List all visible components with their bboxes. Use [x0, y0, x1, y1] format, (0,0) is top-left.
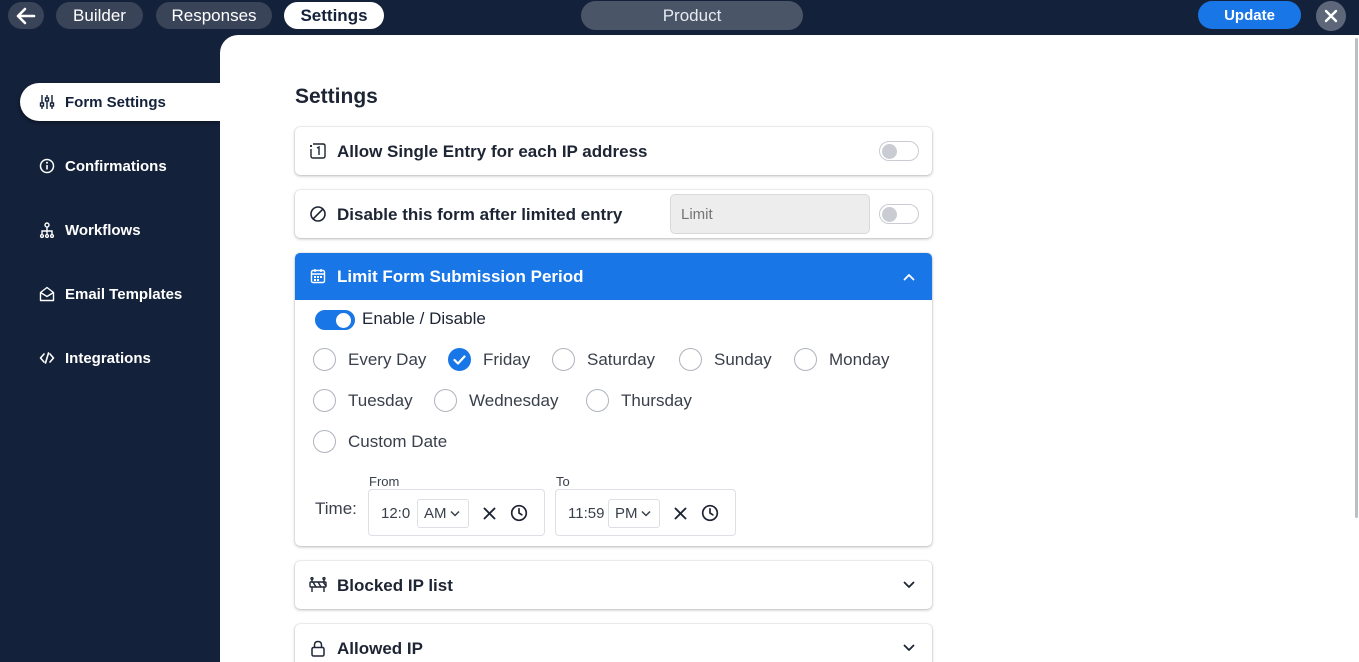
scrollbar[interactable]	[1355, 38, 1358, 518]
allowed-ip-label: Allowed IP	[337, 639, 423, 658]
day-option-monday[interactable]: Monday	[794, 348, 889, 371]
sidebar-item-integrations[interactable]: Integrations	[20, 339, 220, 377]
top-bar: Builder Responses Settings Product Updat…	[0, 0, 1359, 35]
barrier-icon	[309, 576, 327, 594]
to-time-value[interactable]: 11:59	[568, 505, 604, 522]
from-clear-icon[interactable]	[480, 504, 498, 522]
day-option-tuesday[interactable]: Tuesday	[313, 389, 413, 412]
envelope-open-icon	[38, 285, 56, 303]
sidebar-item-email-templates[interactable]: Email Templates	[20, 275, 220, 313]
to-meridiem-select[interactable]: PM	[608, 499, 660, 528]
sidebar-item-label: Workflows	[65, 221, 141, 239]
enable-disable-label: Enable / Disable	[362, 309, 486, 328]
from-meridiem-select[interactable]: AM	[417, 499, 469, 528]
from-label: From	[369, 474, 400, 489]
code-icon	[38, 349, 56, 367]
info-icon	[38, 157, 56, 175]
sidebar: Form Settings Confirmations Workflows Em…	[0, 35, 220, 662]
lock-icon	[309, 639, 327, 657]
settings-panel: Settings Allow Single Entry for each IP …	[220, 35, 1359, 662]
blocked-ip-label: Blocked IP list	[337, 576, 453, 595]
from-time-value[interactable]: 12:0	[381, 505, 410, 522]
submission-period-header[interactable]: Limit Form Submission Period	[295, 253, 932, 300]
day-option-custom-date[interactable]: Custom Date	[313, 430, 447, 453]
day-option-sunday[interactable]: Sunday	[679, 348, 772, 371]
chevron-down-icon[interactable]	[902, 578, 916, 592]
sidebar-item-workflows[interactable]: Workflows	[20, 211, 220, 249]
day-option-friday[interactable]: Friday	[448, 348, 530, 371]
chevron-up-icon[interactable]	[902, 270, 916, 284]
to-clock-icon[interactable]	[701, 504, 719, 522]
sidebar-item-label: Form Settings	[65, 93, 166, 111]
from-clock-icon[interactable]	[510, 504, 528, 522]
sidebar-item-confirmations[interactable]: Confirmations	[20, 147, 220, 185]
limited-entry-row: Disable this form after limited entry	[295, 190, 932, 238]
tab-builder[interactable]: Builder	[56, 2, 143, 29]
single-entry-toggle[interactable]	[879, 141, 919, 161]
update-button[interactable]: Update	[1198, 1, 1301, 29]
check-icon	[448, 348, 471, 371]
form-name-field[interactable]: Product	[581, 1, 803, 30]
single-entry-row: Allow Single Entry for each IP address	[295, 127, 932, 175]
day-option-saturday[interactable]: Saturday	[552, 348, 655, 371]
single-entry-label: Allow Single Entry for each IP address	[337, 142, 648, 161]
chevron-down-icon	[640, 510, 651, 517]
chevron-down-icon[interactable]	[902, 641, 916, 655]
day-option-every-day[interactable]: Every Day	[313, 348, 426, 371]
sidebar-item-form-settings[interactable]: Form Settings	[20, 83, 220, 121]
chevron-down-icon	[449, 510, 460, 517]
submission-period-panel: Limit Form Submission Period Enable / Di…	[295, 253, 932, 546]
calendar-icon	[309, 267, 327, 285]
blocked-ip-row[interactable]: Blocked IP list	[295, 561, 932, 609]
tab-settings[interactable]: Settings	[284, 2, 384, 29]
allowed-ip-row[interactable]: Allowed IP	[295, 624, 932, 662]
limited-entry-label: Disable this form after limited entry	[337, 205, 623, 224]
tab-responses[interactable]: Responses	[156, 2, 272, 29]
day-option-thursday[interactable]: Thursday	[586, 389, 692, 412]
arrow-left-icon	[16, 7, 36, 24]
from-time-picker[interactable]: 12:0 AM	[368, 489, 545, 536]
period-enable-toggle[interactable]	[315, 310, 355, 330]
sidebar-item-label: Email Templates	[65, 285, 183, 303]
sidebar-item-label: Integrations	[65, 349, 151, 367]
page-title: Settings	[295, 85, 378, 108]
day-option-wednesday[interactable]: Wednesday	[434, 389, 558, 412]
time-label: Time:	[315, 499, 357, 518]
to-label: To	[556, 474, 570, 489]
limit-input[interactable]	[670, 194, 870, 234]
close-icon	[1324, 9, 1338, 23]
to-clear-icon[interactable]	[671, 504, 689, 522]
ban-icon	[309, 205, 327, 223]
limited-entry-toggle[interactable]	[879, 204, 919, 224]
sliders-icon	[38, 93, 56, 111]
hierarchy-icon	[38, 221, 56, 239]
close-button[interactable]	[1316, 1, 1346, 31]
to-time-picker[interactable]: 11:59 PM	[555, 489, 736, 536]
back-button[interactable]	[8, 2, 44, 29]
submission-period-title: Limit Form Submission Period	[337, 267, 584, 286]
single-entry-icon	[309, 142, 327, 160]
sidebar-item-label: Confirmations	[65, 157, 167, 175]
